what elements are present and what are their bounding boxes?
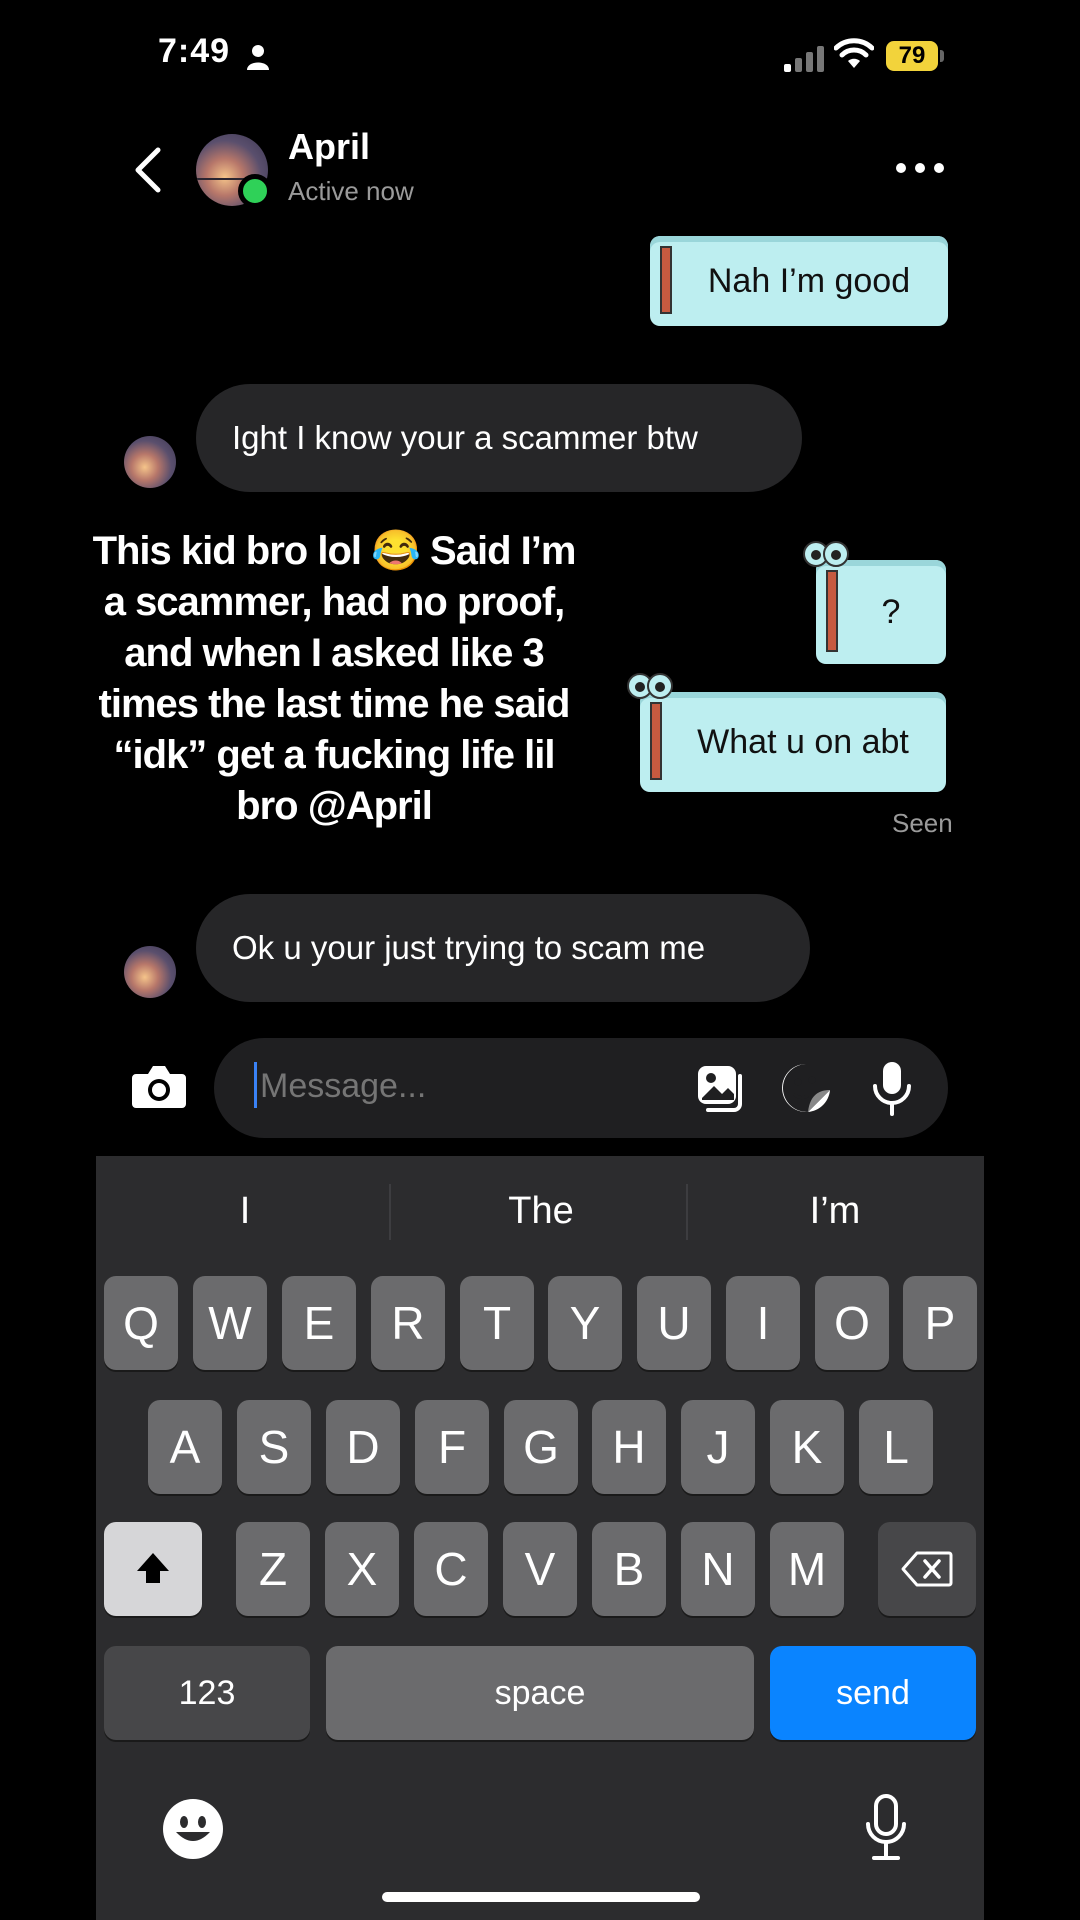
key-a[interactable]: A — [148, 1400, 222, 1494]
message-text: ? — [881, 592, 901, 631]
numbers-key[interactable]: 123 — [104, 1646, 310, 1740]
received-message[interactable]: Ight I know your a scammer btw — [196, 384, 802, 492]
key-t[interactable]: T — [460, 1276, 534, 1370]
signal-icon — [784, 46, 824, 72]
key-o[interactable]: O — [815, 1276, 889, 1370]
message-text: Nah I’m good — [707, 261, 911, 300]
seen-receipt: Seen — [892, 808, 953, 838]
status-time: 7:49 — [158, 32, 231, 70]
online-indicator — [238, 174, 272, 208]
received-message[interactable]: Ok u your just trying to scam me — [196, 894, 810, 1002]
keyboard-microphone-icon[interactable] — [864, 1794, 908, 1862]
message-text: Ok u your just trying to scam me — [232, 929, 706, 966]
key-i[interactable]: I — [726, 1276, 800, 1370]
message-text: Ight I know your a scammer btw — [232, 419, 698, 456]
key-z[interactable]: Z — [236, 1522, 310, 1616]
microphone-icon[interactable] — [870, 1060, 914, 1116]
key-y[interactable]: Y — [548, 1276, 622, 1370]
avatar[interactable] — [124, 946, 176, 998]
suggestion-divider — [389, 1184, 391, 1240]
sent-message[interactable]: ? — [803, 541, 946, 664]
key-p[interactable]: P — [903, 1276, 977, 1370]
key-d[interactable]: D — [326, 1400, 400, 1494]
home-indicator[interactable] — [382, 1892, 700, 1902]
backspace-icon[interactable] — [878, 1522, 976, 1616]
key-f[interactable]: F — [415, 1400, 489, 1494]
suggestion-item[interactable]: I’m — [690, 1190, 980, 1233]
battery-indicator: 79 — [886, 41, 938, 71]
sticker-icon[interactable] — [780, 1062, 832, 1114]
key-h[interactable]: H — [592, 1400, 666, 1494]
battery-nub — [940, 50, 944, 62]
avatar[interactable] — [124, 436, 176, 488]
key-r[interactable]: R — [371, 1276, 445, 1370]
gallery-icon[interactable] — [694, 1062, 746, 1114]
suggestion-item[interactable]: I — [100, 1190, 390, 1233]
key-b[interactable]: B — [592, 1522, 666, 1616]
key-v[interactable]: V — [503, 1522, 577, 1616]
key-m[interactable]: M — [770, 1522, 844, 1616]
text-caret — [254, 1062, 257, 1108]
chevron-left-icon[interactable] — [128, 146, 168, 194]
suggestion-divider — [686, 1184, 688, 1240]
person-icon — [247, 45, 269, 70]
suggestion-item[interactable]: The — [396, 1190, 686, 1233]
key-e[interactable]: E — [282, 1276, 356, 1370]
message-text: What u on abt — [697, 722, 909, 761]
key-x[interactable]: X — [325, 1522, 399, 1616]
sent-message[interactable]: Nah I’m good — [650, 236, 948, 326]
shift-icon[interactable] — [104, 1522, 202, 1616]
more-dots-icon[interactable] — [896, 160, 944, 176]
send-button[interactable]: send — [770, 1646, 976, 1740]
key-c[interactable]: C — [414, 1522, 488, 1616]
key-n[interactable]: N — [681, 1522, 755, 1616]
key-l[interactable]: L — [859, 1400, 933, 1494]
sent-message[interactable]: What u on abt — [627, 673, 946, 792]
wifi-icon — [834, 38, 874, 68]
key-q[interactable]: Q — [104, 1276, 178, 1370]
emoji-icon[interactable] — [162, 1798, 224, 1860]
overlay-caption: This kid bro lol 😂 Said I’m a scammer, h… — [92, 529, 577, 828]
key-k[interactable]: K — [770, 1400, 844, 1494]
message-input[interactable] — [258, 1066, 662, 1107]
contact-name[interactable]: April — [288, 126, 370, 168]
key-g[interactable]: G — [504, 1400, 578, 1494]
space-key[interactable]: space — [326, 1646, 754, 1740]
key-s[interactable]: S — [237, 1400, 311, 1494]
key-w[interactable]: W — [193, 1276, 267, 1370]
contact-status: Active now — [288, 176, 414, 206]
key-j[interactable]: J — [681, 1400, 755, 1494]
camera-icon[interactable] — [130, 1060, 188, 1112]
key-u[interactable]: U — [637, 1276, 711, 1370]
